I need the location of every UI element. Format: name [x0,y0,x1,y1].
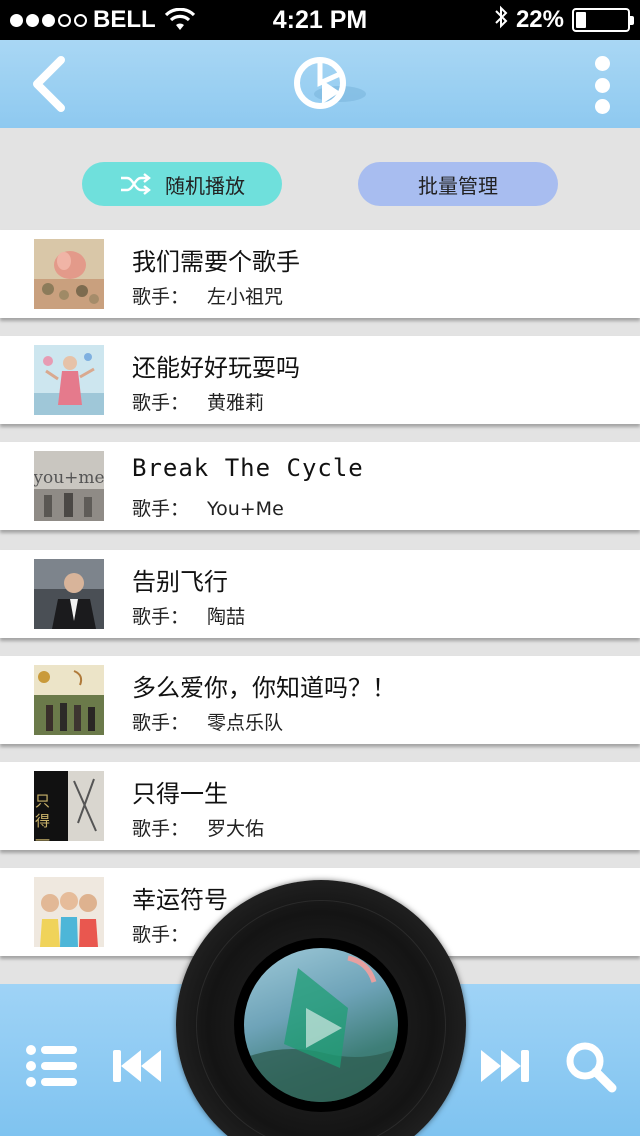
artist-name: 陶喆 [207,606,246,628]
playlist-icon [26,1045,77,1087]
song-row[interactable]: you+me Break The Cycle 歌手： You+Me [0,442,640,530]
previous-button[interactable] [110,1044,164,1088]
album-cover [34,239,104,309]
playlist-button[interactable] [24,1042,80,1090]
song-title: 还能好好玩耍吗 [132,354,300,382]
artist-label: 歌手： [132,606,190,628]
song-row[interactable]: 还能好好玩耍吗 歌手： 黄雅莉 [0,336,640,424]
action-row: 随机播放 批量管理 [0,128,640,228]
artist-name: 罗大佑 [207,818,265,840]
batch-manage-button[interactable]: 批量管理 [358,162,558,206]
song-title: 我们需要个歌手 [132,248,300,276]
search-icon [566,1042,617,1093]
chevron-left-icon [33,56,65,112]
artist-label: 歌手： [132,392,190,414]
song-artist: 歌手： [132,920,207,947]
song-artist: 歌手： You+Me [132,494,284,521]
album-cover: 只 得 一 生 [34,771,104,841]
battery-icon [572,8,634,32]
bluetooth-icon [494,5,508,35]
song-row[interactable]: 多么爱你，你知道吗？！ 歌手： 零点乐队 [0,656,640,744]
music-app-logo-icon [288,52,370,116]
song-row[interactable]: 只 得 一 生 只得一生 歌手： 罗大佑 [0,762,640,850]
song-title: 幸运符号 [132,886,228,914]
search-button[interactable] [562,1038,620,1096]
artist-label: 歌手： [132,924,190,946]
artist-name: 黄雅莉 [207,392,265,414]
previous-track-icon [113,1050,161,1082]
battery-percent: 22% [515,6,564,33]
artist-label: 歌手： [132,498,190,520]
song-title: 只得一生 [132,780,228,808]
next-button[interactable] [478,1044,532,1088]
batch-manage-label: 批量管理 [418,173,498,198]
artist-label: 歌手： [132,712,190,734]
album-cover [34,559,104,629]
album-cover [34,877,104,947]
album-cover: you+me [34,451,104,521]
status-bar: BELL 4:21 PM 22% [0,0,640,40]
song-row[interactable]: 我们需要个歌手 歌手： 左小祖咒 [0,230,640,318]
shuffle-icon [119,172,151,196]
song-artist: 歌手： 左小祖咒 [132,282,283,309]
play-icon [244,955,398,1102]
artist-name: 左小祖咒 [207,286,284,308]
vertical-dots-icon [594,56,610,71]
song-artist: 歌手： 零点乐队 [132,708,283,735]
song-artist: 歌手： 陶喆 [132,602,245,629]
now-playing-cover [244,948,398,1102]
album-cover [34,665,104,735]
svg-text:you+me: you+me [34,468,104,488]
artist-label: 歌手： [132,286,190,308]
song-artist: 歌手： 黄雅莉 [132,388,264,415]
svg-text:只 得 一 生: 只 得 一 生 [34,793,51,841]
back-button[interactable] [26,54,72,114]
nav-bar [0,40,640,128]
artist-name: 零点乐队 [207,712,284,734]
artist-label: 歌手： [132,818,190,840]
song-artist: 歌手： 罗大佑 [132,814,264,841]
more-options-button[interactable] [588,56,616,114]
next-track-icon [481,1050,529,1082]
song-title: Break The Cycle [132,454,364,482]
shuffle-label: 随机播放 [165,173,245,198]
song-title: 多么爱你，你知道吗？！ [132,674,396,702]
song-title: 告别飞行 [132,568,228,596]
album-cover [34,345,104,415]
song-row[interactable]: 告别飞行 歌手： 陶喆 [0,550,640,638]
artist-name: You+Me [207,498,284,520]
shuffle-play-button[interactable]: 随机播放 [82,162,282,206]
